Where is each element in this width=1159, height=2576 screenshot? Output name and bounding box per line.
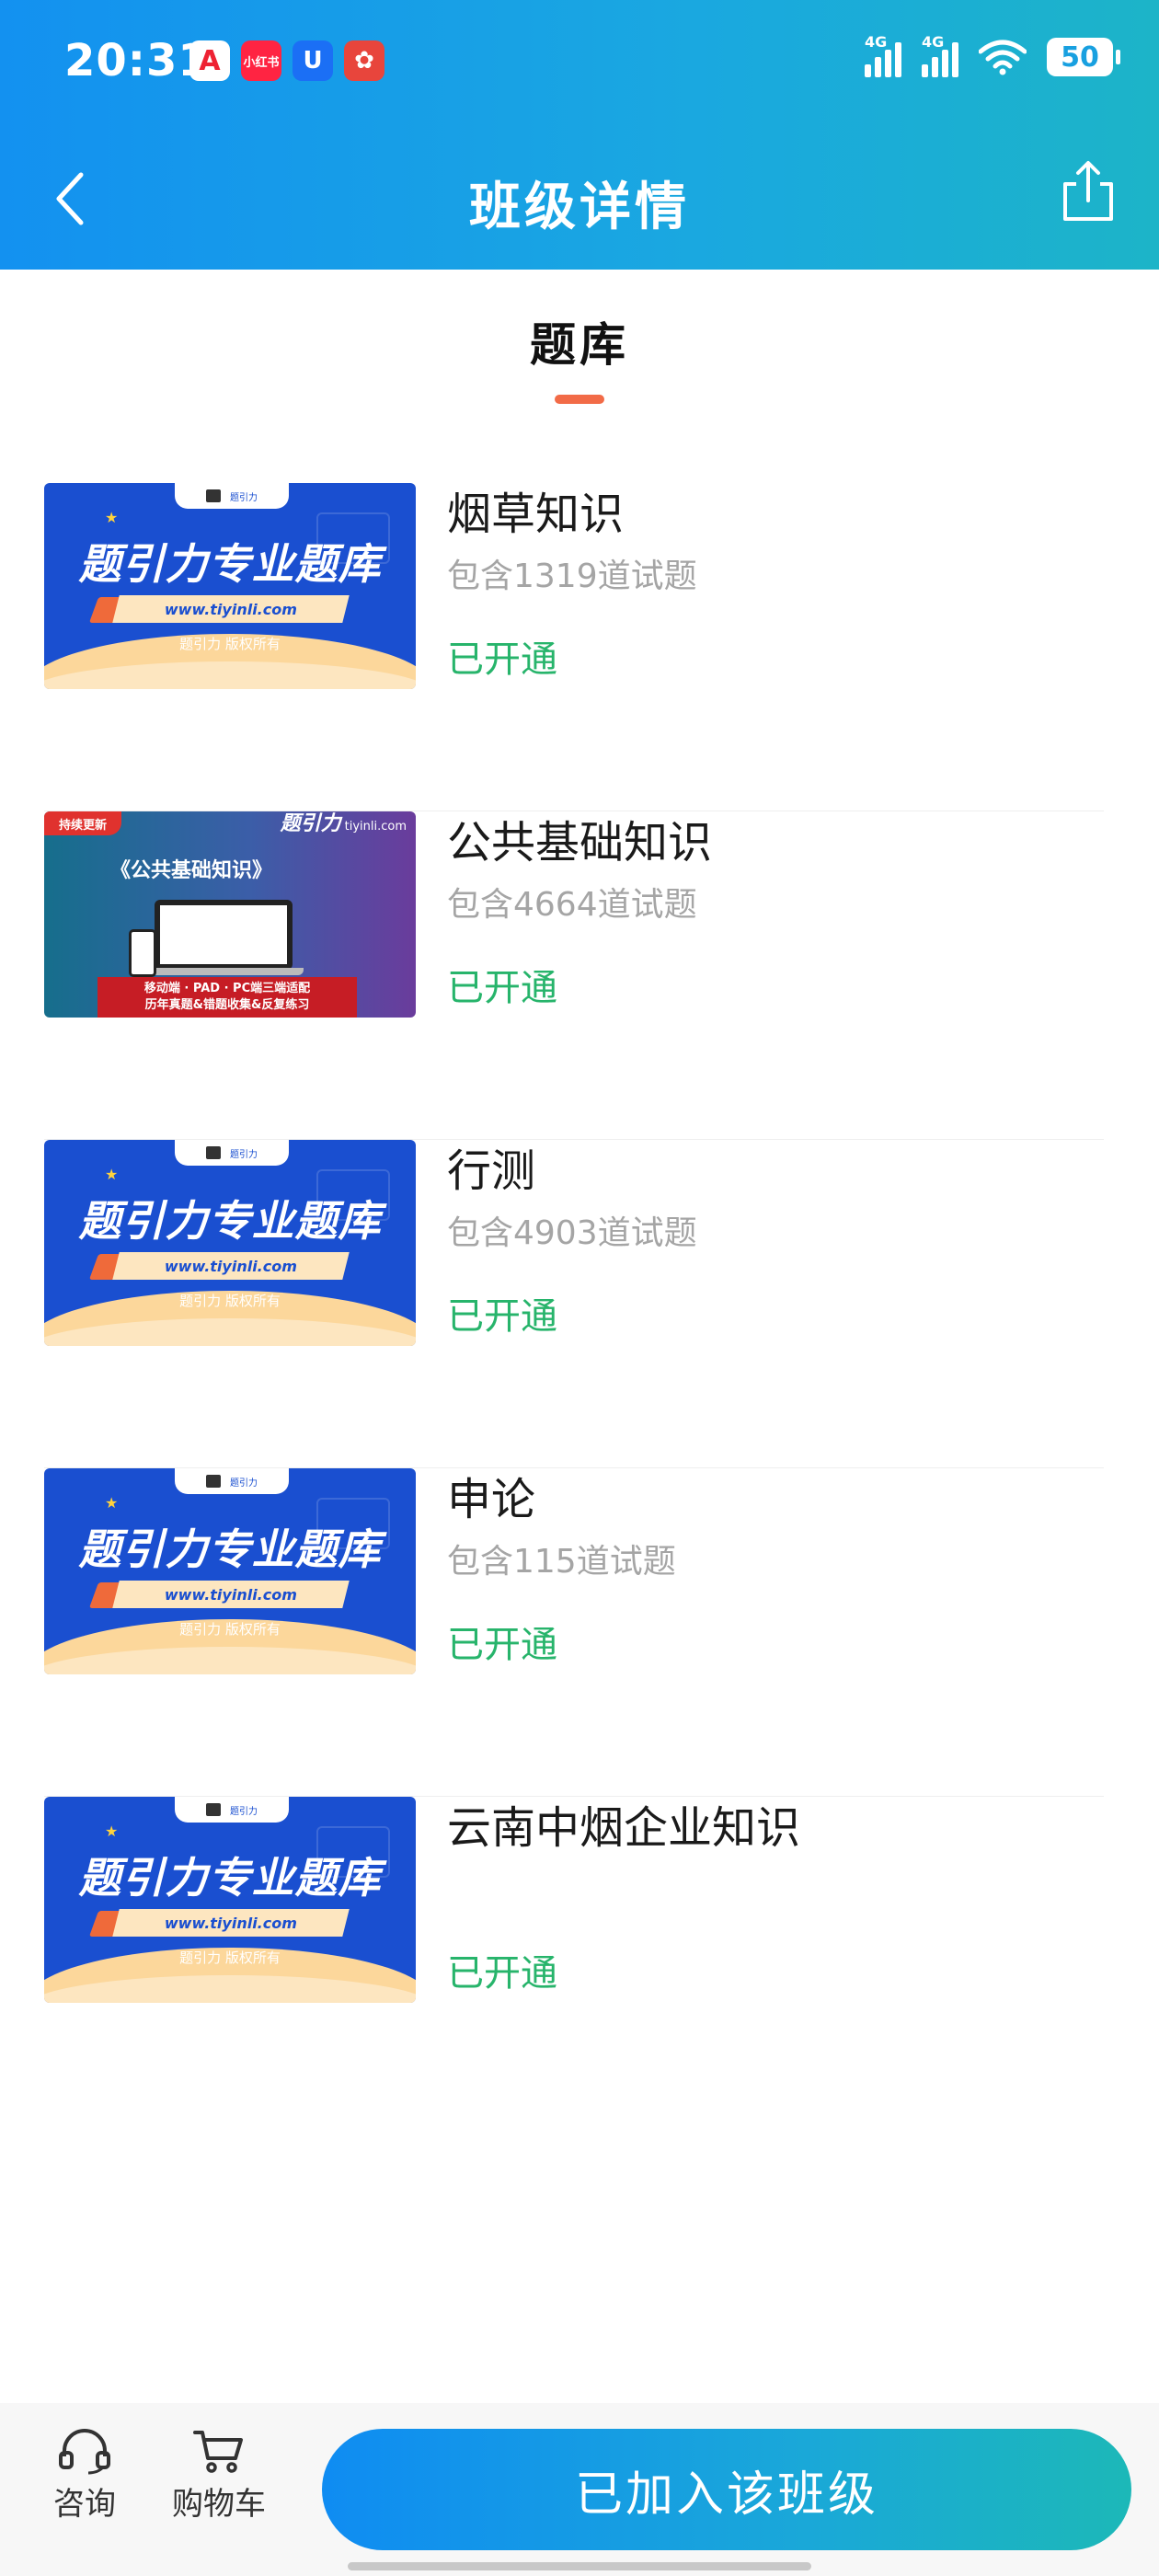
- item-question-count: 包含4664道试题: [447, 886, 697, 924]
- notification-app-icons: A 小红书 U ✿: [189, 40, 384, 81]
- cart-icon: [193, 2431, 243, 2473]
- headset-icon: [59, 2429, 110, 2475]
- app-a-icon: A: [189, 40, 230, 81]
- banner-url: www.tiyinli.com: [164, 1585, 298, 1604]
- banner-footer: 题引力 版权所有: [179, 1293, 281, 1309]
- page-title: 班级详情: [469, 178, 690, 237]
- bottom-action-bar: 咨询 购物车 已加入该班级: [0, 2403, 1159, 2576]
- status-bar: 20:31 A 小红书 U ✿ 4G 4G 50: [0, 0, 1159, 129]
- banner-main-text: 题引力专业题库: [78, 1524, 382, 1574]
- header: 20:31 A 小红书 U ✿ 4G 4G 50 班级详情: [0, 0, 1159, 270]
- home-indicator: [348, 2562, 811, 2570]
- logo-icon: [206, 1803, 221, 1816]
- star-icon: ★: [105, 1166, 119, 1183]
- item-question-count: 包含115道试题: [447, 1543, 676, 1581]
- star-icon: ★: [105, 509, 119, 526]
- xiaohongshu-icon: 小红书: [241, 40, 281, 81]
- logo-icon: [206, 489, 221, 502]
- banner-brand: 题引力 tiyinli.com: [280, 812, 407, 835]
- item-status: 已开通: [447, 638, 557, 681]
- banner-thumbnail: 题引力 ★ 题引力专业题库 www.tiyinli.com 题引力 版权所有: [44, 483, 416, 689]
- item-title: 云南中烟企业知识: [447, 1802, 801, 1854]
- signal-2-icon: 4G: [922, 33, 958, 77]
- banner-main-text: 题引力专业题库: [78, 1853, 382, 1903]
- star-icon: ★: [105, 1823, 119, 1840]
- nav-bar: 班级详情: [0, 138, 1159, 258]
- logo-icon: [206, 1475, 221, 1488]
- item-title: 公共基础知识: [447, 817, 713, 868]
- list-item[interactable]: 持续更新 题引力 tiyinli.com 《公共基础知识》 移动端 · PAD …: [44, 811, 1104, 1140]
- cart-label: 购物车: [172, 2486, 266, 2523]
- consult-label: 咨询: [53, 2486, 116, 2523]
- banner-thumbnail: 持续更新 题引力 tiyinli.com 《公共基础知识》 移动端 · PAD …: [44, 811, 416, 1018]
- list-item[interactable]: 题引力 ★ 题引力专业题库 www.tiyinli.com 题引力 版权所有 云…: [44, 1797, 1104, 2125]
- banner-tag: 持续更新: [44, 811, 122, 835]
- wifi-icon: [979, 40, 1027, 75]
- app-u-icon: U: [293, 40, 333, 81]
- item-info: 行测 包含4903道试题 已开通: [447, 1140, 697, 1335]
- list-item[interactable]: 题引力 ★ 题引力专业题库 www.tiyinli.com 题引力 版权所有 烟…: [44, 483, 1104, 811]
- item-status: 已开通: [447, 1952, 557, 1995]
- banner-footer: 题引力 版权所有: [179, 636, 281, 652]
- item-status: 已开通: [447, 1295, 557, 1338]
- item-question-count: 包含1319道试题: [447, 558, 697, 595]
- banner-thumbnail: 题引力 ★ 题引力专业题库 www.tiyinli.com 题引力 版权所有: [44, 1797, 416, 2003]
- share-icon[interactable]: [1060, 158, 1117, 224]
- banner-main-text: 题引力专业题库: [78, 1196, 382, 1246]
- item-info: 公共基础知识 包含4664道试题 已开通: [447, 811, 712, 1006]
- signal-2-label: 4G: [922, 33, 945, 51]
- consult-button[interactable]: 咨询: [48, 2427, 121, 2524]
- item-info: 烟草知识 包含1319道试题 已开通: [447, 483, 697, 678]
- item-info: 云南中烟企业知识 已开通: [447, 1797, 800, 1992]
- item-info: 申论 包含115道试题 已开通: [447, 1468, 676, 1663]
- item-title: 申论: [447, 1474, 536, 1525]
- banner-heading: 《公共基础知识》: [109, 859, 272, 882]
- question-bank-list: 题引力 ★ 题引力专业题库 www.tiyinli.com 题引力 版权所有 烟…: [44, 483, 1104, 2125]
- tab-label: 题库: [530, 318, 629, 372]
- joined-class-button[interactable]: 已加入该班级: [322, 2429, 1131, 2550]
- list-item[interactable]: 题引力 ★ 题引力专业题库 www.tiyinli.com 题引力 版权所有 行…: [44, 1140, 1104, 1468]
- logo-icon: [206, 1146, 221, 1159]
- cart-button[interactable]: 购物车: [167, 2427, 270, 2524]
- item-status: 已开通: [447, 967, 557, 1009]
- item-title: 烟草知识: [447, 489, 625, 540]
- banner-url: www.tiyinli.com: [164, 1914, 298, 1932]
- status-indicators: 4G 4G 50: [865, 33, 1120, 77]
- tab-active-indicator: [555, 395, 604, 404]
- laptop-icon: [155, 900, 293, 970]
- signal-1-label: 4G: [865, 33, 888, 51]
- banner-footer: 题引力 版权所有: [179, 1621, 281, 1638]
- banner-main-text: 题引力专业题库: [78, 539, 382, 589]
- list-item[interactable]: 题引力 ★ 题引力专业题库 www.tiyinli.com 题引力 版权所有 申…: [44, 1468, 1104, 1797]
- app-flower-icon: ✿: [344, 40, 384, 81]
- status-time: 20:31: [64, 35, 210, 86]
- banner-url: www.tiyinli.com: [164, 600, 298, 618]
- star-icon: ★: [105, 1494, 119, 1512]
- banner-url: www.tiyinli.com: [164, 1257, 298, 1275]
- banner-thumbnail: 题引力 ★ 题引力专业题库 www.tiyinli.com 题引力 版权所有: [44, 1140, 416, 1346]
- item-question-count: [447, 1874, 800, 1907]
- banner-thumbnail: 题引力 ★ 题引力专业题库 www.tiyinli.com 题引力 版权所有: [44, 1468, 416, 1674]
- item-question-count: 包含4903道试题: [447, 1214, 697, 1252]
- signal-1-icon: 4G: [865, 33, 901, 77]
- phone-icon: [129, 929, 156, 977]
- item-title: 行测: [447, 1145, 536, 1197]
- banner-footer: 题引力 版权所有: [179, 1949, 281, 1966]
- tab-question-bank[interactable]: 题库: [0, 308, 1159, 404]
- battery-icon: 50: [1047, 38, 1120, 76]
- item-status: 已开通: [447, 1624, 557, 1666]
- banner-ribbon: 移动端 · PAD · PC端三端适配 历年真题&错题收集&反复练习: [98, 977, 357, 1018]
